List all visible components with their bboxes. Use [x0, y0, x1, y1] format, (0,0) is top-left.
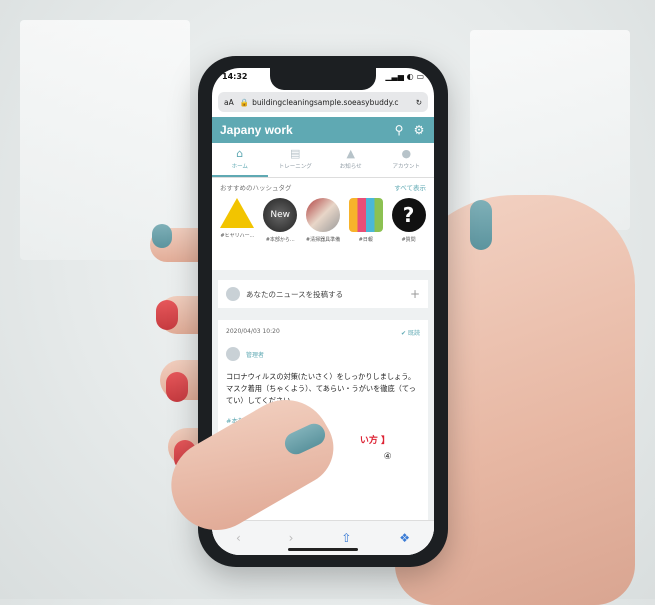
step-number: ④ — [383, 452, 392, 462]
fingernail — [166, 372, 188, 402]
hashtag-item[interactable]: #ヒヤリハー... — [217, 198, 257, 270]
cleaning-tool-icon — [305, 198, 340, 232]
status-icons: ▁▃▅ ◐ ▭ — [385, 72, 424, 88]
tab-training[interactable]: ▤ トレーニング — [268, 143, 324, 177]
reload-icon[interactable]: ↻ — [416, 98, 422, 107]
tab-bar: ⌂ ホーム ▤ トレーニング ▲ お知らせ ● アカウント — [212, 143, 434, 178]
hashtag-item[interactable]: #清掃器具準備 — [303, 198, 343, 270]
notch — [270, 68, 376, 90]
hashtag-label: #ヒヤリハー... — [220, 233, 255, 239]
fingernail — [470, 200, 492, 250]
post-author: 管理者 — [226, 347, 420, 361]
address-bar[interactable]: aA 🔒 buildingcleaningsample.soeasybuddy.… — [218, 92, 428, 112]
tab-label: トレーニング — [278, 164, 312, 170]
reader-mode-button[interactable]: aA — [224, 98, 234, 107]
share-icon[interactable]: ⇧ — [341, 531, 351, 545]
wifi-icon: ◐ — [406, 72, 414, 81]
lock-icon: 🔒 — [239, 97, 250, 107]
new-icon: New — [263, 198, 298, 232]
compass-icon[interactable]: ❖ — [399, 531, 410, 545]
avatar — [226, 287, 240, 301]
tab-label: ホーム — [231, 164, 248, 170]
status-time: 14:32 — [222, 72, 248, 81]
hashtag-row: #ヒヤリハー... New #本部から... #清掃器具準備 #日報 ? #質問 — [212, 198, 434, 270]
tab-account[interactable]: ● アカウント — [379, 143, 435, 177]
post-news-box[interactable]: あなたのニュースを投稿する + — [218, 280, 428, 308]
home-icon: ⌂ — [236, 147, 244, 160]
hashtag-item[interactable]: #日報 — [346, 198, 386, 270]
fingernail — [156, 300, 178, 330]
show-all-link[interactable]: すべて表示 — [394, 182, 426, 196]
hashtag-item[interactable]: ? #質問 — [389, 198, 429, 270]
hashtag-label: #本部から... — [265, 237, 295, 243]
warning-icon — [220, 198, 255, 228]
home-indicator — [288, 548, 358, 551]
hashtag-label: #質問 — [401, 237, 416, 243]
post-date: 2020/04/03 10:20 — [226, 328, 280, 335]
hashtag-heading: おすすめのハッシュタグ — [220, 184, 292, 192]
tab-label: アカウント — [392, 164, 420, 170]
app-header: Japany work ⚲ ⚙ — [212, 117, 434, 143]
url-text: buildingcleaningsample.soeasybuddy.c — [252, 97, 399, 107]
hashtag-label: #日報 — [358, 237, 373, 243]
post-body: コロナウィルスの対策(たいさく）をしっかりしましょう。マスク着用（ちゃくよう）、… — [226, 372, 416, 405]
search-icon[interactable]: ⚲ — [392, 123, 406, 137]
hashtag-item[interactable]: New #本部から... — [260, 198, 300, 270]
battery-icon: ▭ — [416, 72, 424, 81]
avatar — [226, 347, 240, 361]
author-name: 管理者 — [246, 351, 265, 359]
question-icon: ? — [391, 198, 426, 232]
fingernail — [152, 224, 172, 248]
plus-icon[interactable]: + — [410, 287, 420, 301]
hashtag-label: #清掃器具準備 — [305, 237, 341, 243]
read-badge: ✔ 既読 — [401, 330, 420, 337]
tab-label: お知らせ — [339, 164, 362, 170]
post-prompt: あなたのニュースを投稿する — [246, 289, 344, 299]
gear-icon[interactable]: ⚙ — [412, 123, 426, 137]
tab-notifications[interactable]: ▲ お知らせ — [323, 143, 379, 177]
forward-icon[interactable]: › — [289, 531, 294, 545]
signal-icon: ▁▃▅ — [385, 72, 404, 81]
card-meta: 2020/04/03 10:20 ✔ 既読 — [226, 328, 420, 337]
account-icon: ● — [401, 147, 412, 160]
hashtag-header: おすすめのハッシュタグ すべて表示 — [212, 182, 434, 196]
app-title: Japany work — [220, 123, 293, 137]
read-label: 既読 — [407, 330, 420, 337]
training-icon: ▤ — [290, 147, 301, 160]
bell-icon: ▲ — [346, 147, 355, 160]
tab-home[interactable]: ⌂ ホーム — [212, 143, 268, 177]
back-icon[interactable]: ‹ — [236, 531, 241, 545]
daily-report-icon — [348, 198, 383, 232]
